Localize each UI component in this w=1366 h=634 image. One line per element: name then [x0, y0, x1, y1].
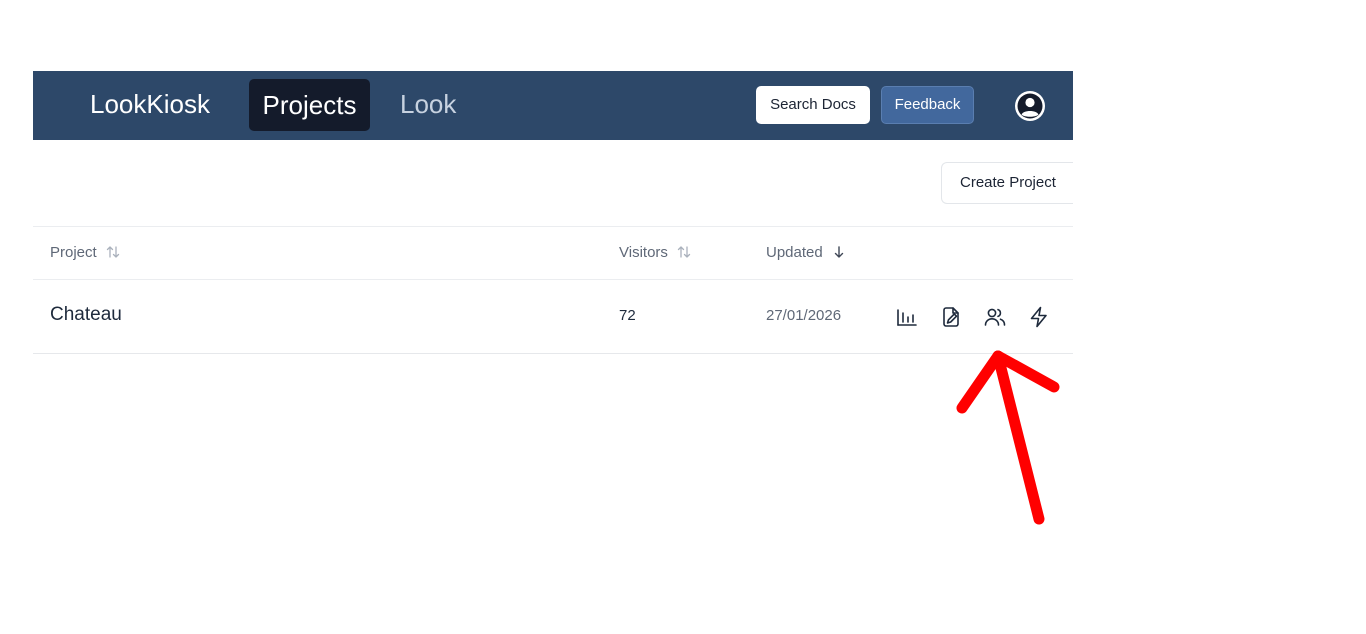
updated-cell: 27/01/2026	[766, 307, 842, 324]
sort-icon[interactable]	[668, 244, 692, 261]
column-header-label: Visitors	[619, 244, 668, 261]
column-header-label: Updated	[766, 244, 823, 261]
column-header-label: Project	[50, 244, 97, 261]
users-icon[interactable]	[983, 305, 1007, 329]
lightning-icon[interactable]	[1027, 305, 1051, 329]
create-project-button[interactable]: Create Project	[941, 162, 1073, 204]
brand-logo[interactable]: LookKiosk	[90, 88, 210, 120]
file-edit-icon[interactable]	[939, 305, 963, 329]
search-docs-button[interactable]: Search Docs	[756, 86, 870, 124]
divider	[33, 279, 1073, 280]
visitors-cell: 72	[619, 307, 636, 324]
column-header-updated[interactable]: Updated	[766, 243, 847, 263]
app-container: LookKiosk Projects Look Search Docs Feed…	[33, 71, 1073, 371]
divider	[33, 226, 1073, 227]
feedback-button[interactable]: Feedback	[881, 86, 974, 124]
divider	[33, 353, 1073, 354]
top-navbar: LookKiosk Projects Look Search Docs Feed…	[33, 71, 1073, 140]
bar-chart-icon[interactable]	[895, 305, 919, 329]
project-name-cell[interactable]: Chateau	[50, 303, 122, 327]
nav-look[interactable]: Look	[400, 88, 456, 120]
nav-projects[interactable]: Projects	[249, 79, 370, 131]
user-circle-icon[interactable]	[1014, 90, 1046, 122]
sort-descending-icon[interactable]	[823, 244, 847, 261]
column-header-visitors[interactable]: Visitors	[619, 243, 692, 263]
sort-icon[interactable]	[97, 244, 121, 261]
column-header-project[interactable]: Project	[50, 243, 121, 263]
